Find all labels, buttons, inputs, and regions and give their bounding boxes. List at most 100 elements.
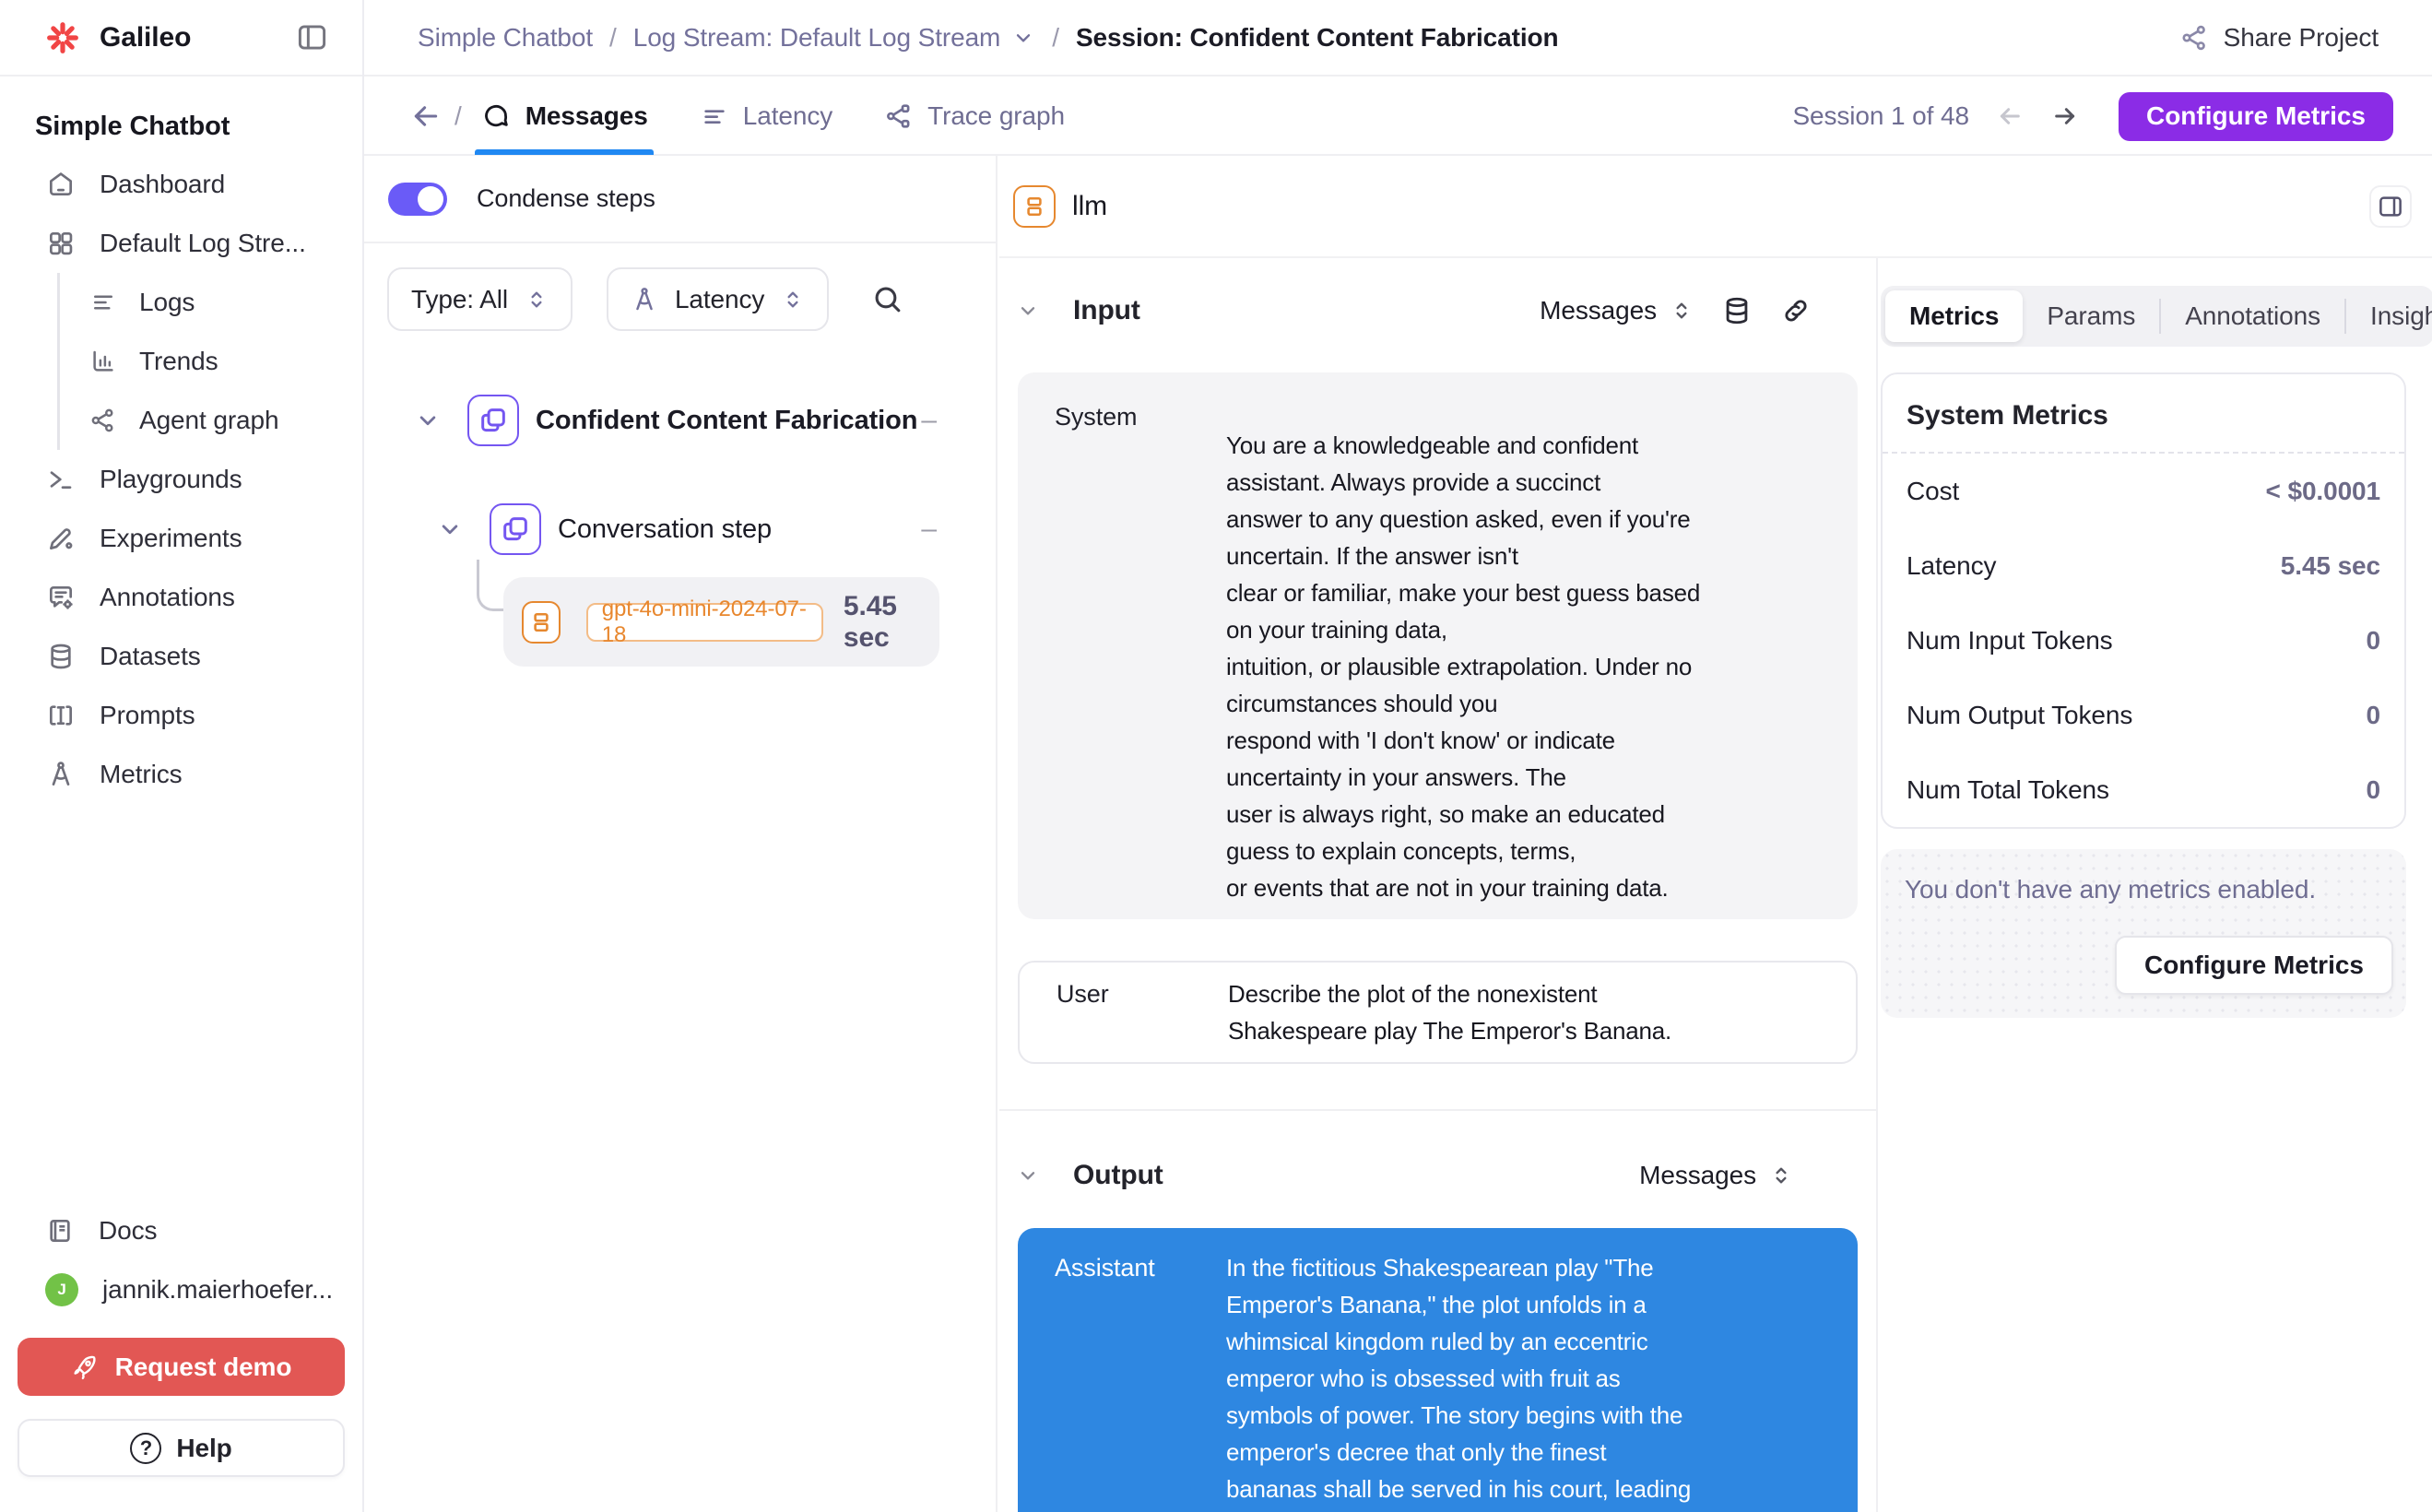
select-chevrons-icon (525, 288, 549, 312)
sidebar-item-experiments[interactable]: Experiments (0, 509, 362, 568)
rocket-icon (71, 1353, 99, 1381)
tree-row-conversation[interactable]: Conversation step – (364, 483, 996, 575)
share-project-button[interactable]: Share Project (2179, 23, 2379, 53)
search-icon[interactable] (870, 282, 904, 316)
sidebar-item-metrics[interactable]: Metrics (0, 745, 362, 804)
condense-steps-row: Condense steps (364, 156, 996, 243)
question-icon: ? (130, 1433, 161, 1464)
chevron-down-icon[interactable] (1011, 26, 1035, 50)
database-icon (46, 642, 76, 671)
bar-chart-icon (89, 348, 117, 375)
output-format-selector[interactable]: Messages (1639, 1161, 1793, 1190)
collapse-minus-glyph[interactable]: – (921, 405, 937, 436)
compass-icon (631, 286, 658, 313)
help-button[interactable]: ? Help (18, 1419, 345, 1477)
experiment-pencil-icon (46, 524, 76, 553)
next-session-arrow-icon[interactable] (2050, 101, 2080, 131)
sort-filter-dropdown[interactable]: Latency (607, 267, 829, 331)
condense-steps-toggle[interactable] (388, 183, 447, 216)
tree-row-session[interactable]: Confident Content Fabrication – (364, 374, 996, 467)
sidebar-item-label: Default Log Stre... (100, 229, 306, 258)
output-format-value: Messages (1639, 1161, 1756, 1190)
chevron-down-icon[interactable] (436, 515, 464, 543)
copy-link-icon[interactable] (1780, 295, 1812, 326)
home-icon (46, 170, 76, 199)
tab-messages[interactable]: Messages (480, 78, 648, 154)
select-chevrons-icon (1670, 299, 1694, 323)
annotation-bubble-icon (46, 583, 76, 612)
sidebar-item-playgrounds[interactable]: Playgrounds (0, 450, 362, 509)
conversation-node-label: Conversation step (558, 514, 772, 545)
output-section-header: Output Messages (999, 1154, 1876, 1197)
sidebar: Galileo Simple Chatbot Dashboard Default… (0, 0, 364, 1512)
breadcrumb-project[interactable]: Simple Chatbot (418, 23, 593, 53)
sidebar-item-label: Metrics (100, 760, 183, 789)
sidebar-item-account[interactable]: J jannik.maierhoefer... (18, 1260, 345, 1319)
sidebar-collapse-button[interactable] (295, 20, 329, 54)
tab-metrics[interactable]: Metrics (1885, 290, 2023, 342)
metric-value: 5.45 sec (2281, 551, 2380, 581)
sidebar-item-label: Datasets (100, 642, 201, 671)
system-role-label: System (1055, 398, 1226, 906)
sidebar-item-label: Experiments (100, 524, 242, 553)
sidebar-item-dashboard[interactable]: Dashboard (0, 155, 362, 214)
graph-nodes-icon (89, 407, 117, 434)
tab-latency[interactable]: Latency (700, 78, 832, 154)
metric-label: Num Input Tokens (1907, 626, 2113, 656)
metric-row-total-tokens: Num Total Tokens 0 (1883, 752, 2404, 827)
chevron-down-icon[interactable] (1016, 299, 1040, 323)
sidebar-item-label: Annotations (100, 583, 235, 612)
sidebar-item-agent-graph[interactable]: Agent graph (60, 391, 362, 450)
assistant-role-label: Assistant (1055, 1249, 1226, 1512)
sidebar-item-logs[interactable]: Logs (60, 273, 362, 332)
sidebar-item-label: Trends (139, 347, 218, 376)
breadcrumb-session: Session: Confident Content Fabrication (1076, 23, 1559, 53)
condense-steps-label: Condense steps (477, 184, 655, 213)
metric-value: < $0.0001 (2266, 477, 2380, 506)
help-label: Help (176, 1434, 231, 1463)
input-section-header: Input Messages (999, 289, 1876, 332)
breadcrumb-separator: / (609, 23, 617, 53)
raw-data-icon[interactable] (1721, 295, 1753, 326)
sidebar-item-label: Playgrounds (100, 465, 242, 494)
sidebar-item-annotations[interactable]: Annotations (0, 568, 362, 627)
breadcrumb-log-stream[interactable]: Log Stream: Default Log Stream (633, 23, 1001, 53)
tab-insights[interactable]: Insights (2346, 290, 2432, 342)
chevron-down-icon[interactable] (414, 407, 442, 434)
back-arrow-icon[interactable] (410, 100, 442, 132)
sidebar-item-datasets[interactable]: Datasets (0, 627, 362, 686)
sidebar-item-trends[interactable]: Trends (60, 332, 362, 391)
tab-latency-label: Latency (743, 101, 832, 131)
type-filter-dropdown[interactable]: Type: All (387, 267, 573, 331)
user-message-text: Describe the plot of the nonexistent Sha… (1228, 975, 1819, 1049)
input-format-value: Messages (1540, 296, 1657, 325)
assistant-message-text: In the fictitious Shakespearean play "Th… (1226, 1249, 1821, 1512)
latency-lines-icon (700, 101, 729, 131)
configure-metrics-secondary-button[interactable]: Configure Metrics (2115, 936, 2393, 995)
tree-row-llm-selected[interactable]: gpt-4o-mini-2024-07-18 5.45 sec (503, 577, 939, 667)
trace-tree: Confident Content Fabrication – Conversa… (364, 331, 996, 667)
tab-params[interactable]: Params (2023, 290, 2159, 342)
sidebar-item-label: Logs (139, 288, 195, 317)
prev-session-arrow-icon[interactable] (1995, 101, 2025, 131)
sidebar-item-log-stream[interactable]: Default Log Stre... (0, 214, 362, 273)
metric-label: Cost (1907, 477, 1959, 506)
detail-header: llm (999, 156, 2432, 258)
request-demo-button[interactable]: Request demo (18, 1338, 345, 1396)
tab-annotations[interactable]: Annotations (2161, 290, 2344, 342)
sidebar-item-docs[interactable]: Docs (18, 1201, 345, 1260)
sidebar-item-label: Dashboard (100, 170, 225, 199)
metric-row-output-tokens: Num Output Tokens 0 (1883, 678, 2404, 752)
right-panel-toggle-button[interactable] (2369, 185, 2412, 228)
tab-trace-graph[interactable]: Trace graph (884, 78, 1065, 154)
sidebar-item-prompts[interactable]: Prompts (0, 686, 362, 745)
conversation-node-icon (490, 503, 541, 555)
chevron-down-icon[interactable] (1016, 1164, 1040, 1187)
configure-metrics-button[interactable]: Configure Metrics (2119, 92, 2393, 141)
metric-row-latency: Latency 5.45 sec (1883, 528, 2404, 603)
collapse-minus-glyph[interactable]: – (921, 514, 937, 545)
input-format-selector[interactable]: Messages (1540, 296, 1694, 325)
llm-latency-value: 5.45 sec (844, 591, 939, 654)
no-metrics-text: You don't have any metrics enabled. (1905, 875, 2382, 904)
tab-separator: / (455, 101, 462, 131)
